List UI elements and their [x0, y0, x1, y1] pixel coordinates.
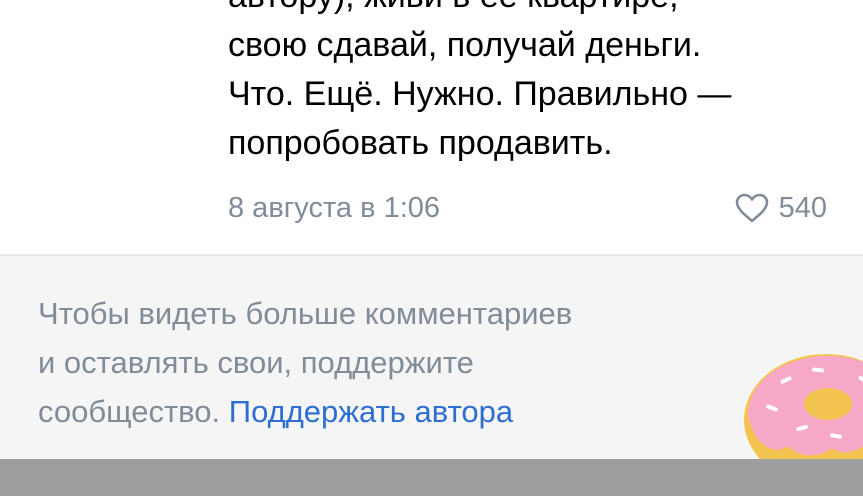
comment-line: Что. Ещё. Нужно. Правильно —	[228, 75, 732, 113]
donut-icon	[744, 354, 863, 459]
screen: автору), живи в её квартире, свою сдавай…	[0, 0, 863, 496]
comment-text: автору), живи в её квартире, свою сдавай…	[228, 0, 848, 168]
paywall-line: и оставлять свои, поддержите	[38, 345, 474, 380]
like-button[interactable]: 540	[735, 190, 827, 226]
bottom-bar	[0, 459, 863, 496]
paywall-line-prefix: сообщество.	[38, 394, 221, 429]
paywall-line: Чтобы видеть больше комментариев	[38, 296, 573, 331]
comment-line: автору), живи в её квартире,	[228, 0, 848, 21]
comment-date[interactable]: 8 августа в 1:06	[228, 190, 440, 226]
heart-outline-icon	[735, 193, 768, 223]
comment-line: свою сдавай, получай деньги.	[228, 26, 702, 64]
paywall-line-3: сообщество. Поддержать автора	[38, 387, 738, 436]
support-author-link[interactable]: Поддержать автора	[229, 394, 513, 429]
donut-paywall: Чтобы видеть больше комментариев и остав…	[0, 256, 863, 459]
like-count: 540	[778, 192, 827, 224]
paywall-message: Чтобы видеть больше комментариев и остав…	[38, 289, 738, 436]
comment-line: попробовать продавить.	[228, 124, 613, 162]
comment: автору), живи в её квартире, свою сдавай…	[0, 0, 863, 254]
